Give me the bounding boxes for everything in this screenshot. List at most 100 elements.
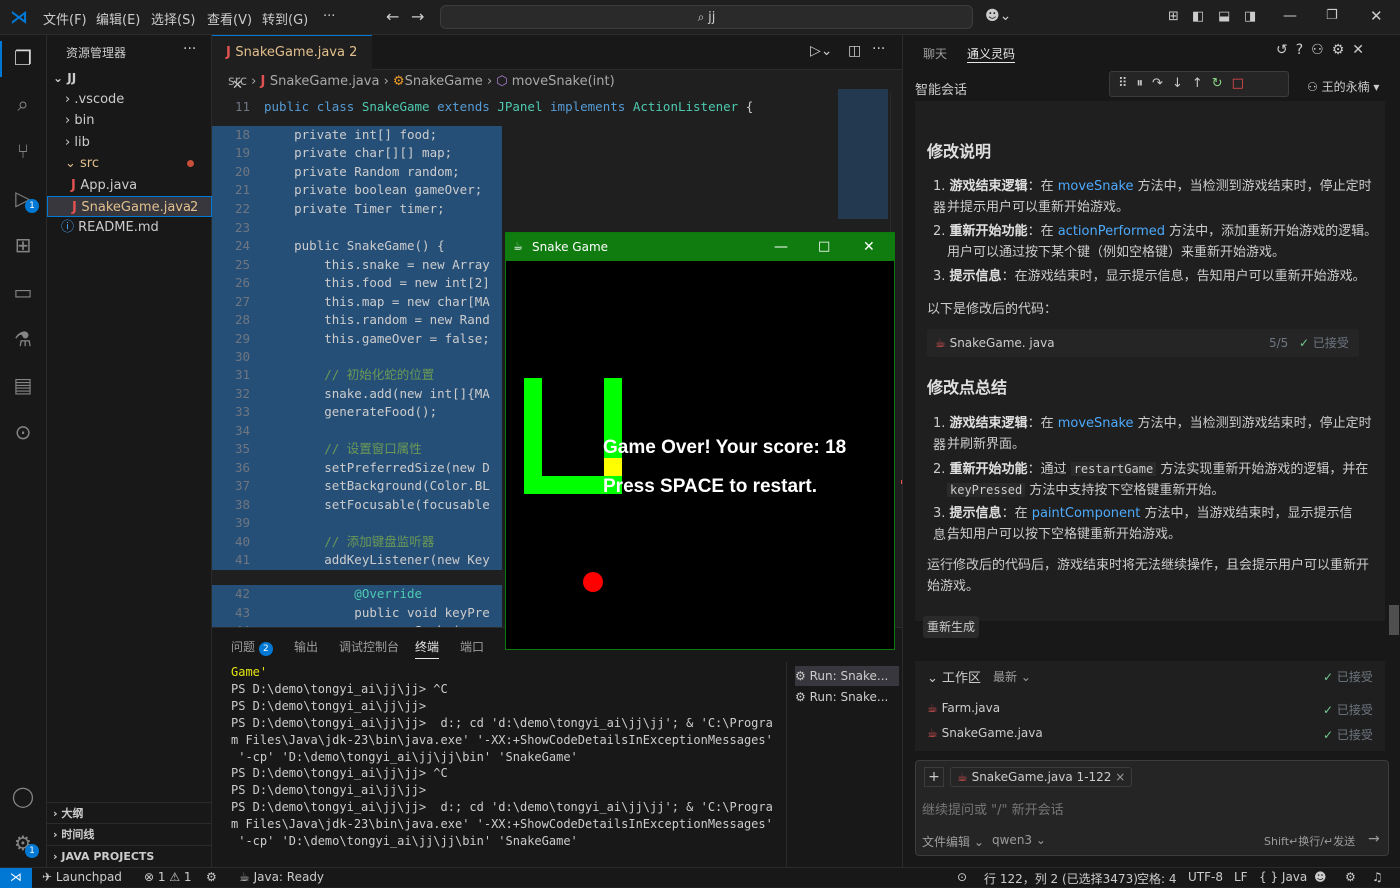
copilot-status-icon[interactable]: ☻ (1314, 870, 1327, 884)
step-out-icon[interactable]: ↑ (1192, 76, 1212, 91)
debug-toolbar[interactable]: ⠿⏸↷↓↑↻□ (1109, 71, 1289, 97)
tree-root[interactable]: ⌄ JJ (47, 68, 212, 89)
code-line[interactable]: 22 private Timer timer; (212, 200, 502, 219)
symbol-link[interactable]: actionPerformed (1058, 224, 1165, 239)
problems-item[interactable]: ⊗ 1 ⚠ 1 (144, 870, 192, 884)
workspace-header[interactable]: ⌄ 工作区 (927, 667, 981, 686)
workspace-file-snakegame[interactable]: ☕ SnakeGame.java (927, 726, 1043, 740)
code-line[interactable]: 31 // 初始化蛇的位置 (212, 366, 502, 385)
testing-icon[interactable]: ⚗ (10, 326, 36, 352)
code-line[interactable]: 39 (212, 514, 502, 533)
code-line[interactable]: 27 this.map = new char[MA (212, 293, 502, 312)
remote-icon[interactable]: ⋊ (0, 868, 32, 888)
close-icon[interactable]: ✕ (863, 233, 875, 261)
menu-selection[interactable]: 选择(S) (151, 9, 195, 28)
java-status[interactable]: ☕ Java: Ready (239, 870, 324, 884)
minimize-icon[interactable]: — (774, 233, 788, 261)
code-line[interactable]: 24 public SnakeGame() { (212, 237, 502, 256)
code-file-card[interactable]: ☕ SnakeGame. java 5/5 ✓ 已接受 (927, 329, 1359, 357)
step-into-icon[interactable]: ↓ (1172, 76, 1192, 91)
tab-terminal[interactable]: 终端 (415, 638, 440, 659)
code-line[interactable]: 23 (212, 219, 502, 238)
code-line[interactable]: 42 @Override (212, 585, 502, 604)
code-line[interactable]: 25 this.snake = new Array (212, 256, 502, 275)
regenerate-button[interactable]: 重新生成 (923, 616, 979, 638)
code-line[interactable]: 18 private int[] food; (212, 126, 502, 145)
mode-select[interactable]: 文件编辑 ⌄ (922, 833, 984, 850)
menu-file[interactable]: 文件(F) (43, 9, 87, 28)
tab-ports[interactable]: 端口 (460, 638, 484, 655)
code-line[interactable]: 20 private Random random; (212, 163, 502, 182)
indentation[interactable]: 空格: 4 (1137, 870, 1177, 887)
remove-chip-icon[interactable]: × (1115, 770, 1125, 784)
code-line[interactable]: 43 public void keyPre (212, 604, 502, 623)
tree-item-src[interactable]: ⌄ src (47, 153, 212, 174)
code-line[interactable]: 35 // 设置窗口属性 (212, 440, 502, 459)
account-icon[interactable]: ◯ (10, 783, 36, 809)
code-line[interactable]: 32 snake.add(new int[]{MA (212, 385, 502, 404)
restart-icon[interactable]: ↻ (1212, 76, 1232, 91)
context-chip[interactable]: ☕ SnakeGame.java 1-122 × (950, 767, 1133, 787)
debug-status-icon[interactable]: ⚙ (206, 870, 217, 884)
code-line[interactable]: 11 public class SnakeGame extends JPanel … (212, 98, 832, 117)
code-line[interactable]: 34 (212, 422, 502, 441)
back-arrow-icon[interactable]: ← (386, 7, 399, 26)
split-editor-icon[interactable]: ◫ (848, 43, 861, 59)
breadcrumb-class[interactable]: SnakeGame (405, 74, 483, 89)
code-line[interactable]: 26 this.food = new int[2] (212, 274, 502, 293)
code-line[interactable]: 40 // 添加键盘监听器 (212, 533, 502, 552)
chat-input[interactable] (922, 799, 1362, 821)
copilot-icon[interactable]: ☻⌄ (985, 8, 1011, 24)
menu-view[interactable]: 查看(V) (207, 9, 252, 28)
terminal-item-1[interactable]: ⚙ Run: Snake... (795, 666, 899, 686)
symbol-link[interactable]: paintComponent (1032, 506, 1141, 521)
minimap-slider[interactable] (838, 89, 888, 219)
close-icon[interactable]: ✕ (1370, 7, 1383, 25)
toggle-secondary-sidebar-icon[interactable]: ◨ (1244, 9, 1256, 24)
send-icon[interactable]: → (1368, 831, 1380, 847)
more-actions-icon[interactable]: ··· (183, 41, 196, 57)
launchpad-item[interactable]: ✈ Launchpad (42, 870, 122, 884)
forward-arrow-icon[interactable]: → (411, 7, 424, 26)
symbol-link[interactable]: moveSnake (1058, 179, 1134, 194)
chat-scrollbar[interactable] (1389, 605, 1399, 635)
notifications-icon[interactable]: ♫ (1372, 870, 1383, 884)
eol[interactable]: LF (1234, 870, 1248, 884)
remote-explorer-icon[interactable]: ▭ (10, 279, 36, 305)
tree-item-app-java[interactable]: J App.java (47, 175, 212, 196)
tab-tongyi[interactable]: 通义灵码 (967, 45, 1016, 63)
tree-item-bin[interactable]: › bin (47, 110, 212, 131)
minimize-icon[interactable]: — (1283, 8, 1297, 24)
customize-layout-icon[interactable]: ⊞ (1168, 9, 1179, 24)
section-outline[interactable]: › 大纲 (47, 802, 212, 823)
search-icon[interactable]: ⌕ (10, 91, 36, 117)
extensions-icon[interactable]: ⊞ (10, 232, 36, 258)
menu-more[interactable]: ··· (323, 9, 335, 24)
user-menu[interactable]: ⚇ 王的永楠 ▾ (1307, 78, 1379, 95)
tab-debug-console[interactable]: 调试控制台 (339, 638, 399, 655)
symbol-link[interactable]: moveSnake (1058, 416, 1134, 431)
maximize-icon[interactable]: □ (818, 233, 830, 261)
tab-output[interactable]: 输出 (294, 638, 318, 655)
code-line[interactable]: 29 this.gameOver = false; (212, 330, 502, 349)
terminal-item-2[interactable]: ⚙ Run: Snake... (795, 687, 899, 707)
tab-snakegame-java[interactable]: J SnakeGame.java 2 ✕ (212, 35, 372, 93)
explorer-icon[interactable]: ❐ (10, 45, 36, 71)
cursor-position[interactable]: 行 122，列 2 (已选择3473) (984, 870, 1138, 887)
source-control-icon[interactable]: ⑂ (10, 138, 36, 164)
tab-chat[interactable]: 聊天 (923, 45, 947, 62)
settings-sync-icon[interactable]: ⚙ (1345, 870, 1356, 884)
menu-edit[interactable]: 编辑(E) (96, 9, 140, 28)
code-line[interactable]: 19 private char[][] map; (212, 144, 502, 163)
code-line[interactable]: 38 setFocusable(focusable (212, 496, 502, 515)
add-context-button[interactable]: + (924, 767, 944, 787)
game-canvas[interactable]: Game Over! Your score: 18 Press SPACE to… (506, 261, 894, 649)
breadcrumb-src[interactable]: src (228, 74, 247, 89)
tree-item-vscode[interactable]: › .vscode (47, 89, 212, 110)
tree-item-lib[interactable]: › lib (47, 132, 212, 153)
more-actions-icon[interactable]: ··· (872, 41, 885, 57)
section-java-projects[interactable]: › JAVA PROJECTS (47, 845, 212, 866)
git-graph-icon[interactable]: ⊙ (10, 419, 36, 445)
panel-actions-icons[interactable]: ↺?⚇⚙✕ (1276, 42, 1372, 58)
folder-icon[interactable]: ▤ (10, 372, 36, 398)
